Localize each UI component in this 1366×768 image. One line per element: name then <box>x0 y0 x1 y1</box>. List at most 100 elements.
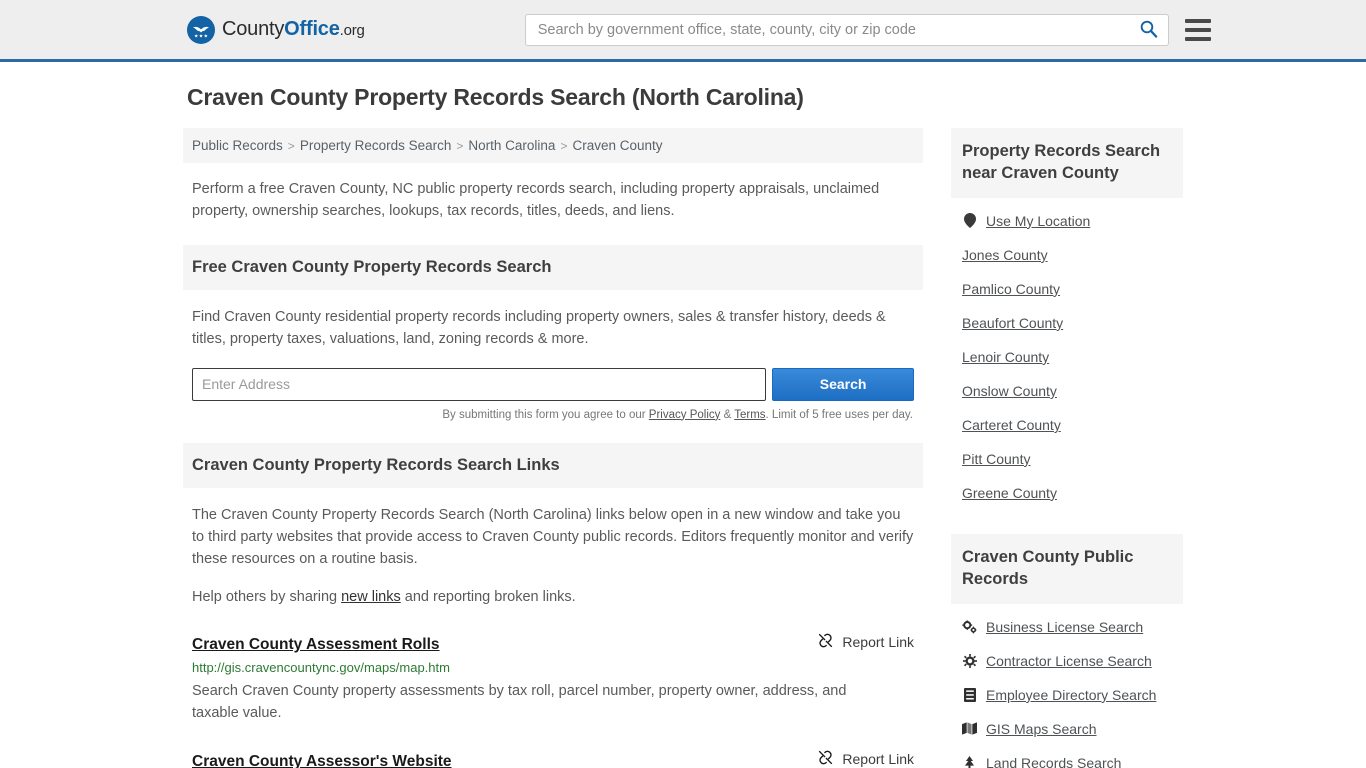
cogs-icon <box>962 620 977 634</box>
address-search-form: Search <box>192 367 914 401</box>
help-suffix: and reporting broken links. <box>400 588 576 605</box>
magnifier-icon <box>1139 19 1158 41</box>
nearby-item-label[interactable]: Onslow County <box>962 383 1057 399</box>
report-link-label: Report Link <box>842 633 914 650</box>
links-section-header: Craven County Property Records Search Li… <box>183 442 923 488</box>
eagle-shield-icon <box>187 15 215 44</box>
record-link-description: Search Craven County property assessment… <box>192 682 847 722</box>
public-record-item-employee-directory-search[interactable]: Employee Directory Search <box>962 678 1172 712</box>
address-input[interactable] <box>192 367 767 401</box>
record-link-url: http://gis.cravencountync.gov/maps/map.h… <box>192 659 450 675</box>
public-record-item-label[interactable]: Land Records Search <box>986 755 1121 768</box>
help-prefix: Help others by sharing <box>192 588 342 605</box>
record-links-list: Craven County Assessment Rolls Report Lin… <box>183 632 923 768</box>
id-card-icon <box>962 687 977 702</box>
record-link-entry: Craven County Assessment Rolls Report Lin… <box>183 632 923 725</box>
nearby-item-use-my-location[interactable]: Use My Location <box>962 204 1172 238</box>
links-section-heading: Craven County Property Records Search Li… <box>192 455 560 474</box>
nearby-item-onslow-county[interactable]: Onslow County <box>962 374 1172 408</box>
disclaimer-prefix: By submitting this form you agree to our <box>442 408 649 421</box>
header-inner: CountyOffice.org <box>183 0 1211 59</box>
nearby-item-label[interactable]: Carteret County <box>962 417 1061 433</box>
nearby-item-beaufort-county[interactable]: Beaufort County <box>962 306 1172 340</box>
breadcrumb-item-north-carolina[interactable]: North Carolina <box>468 138 555 153</box>
sidebar: Property Records Search near Craven Coun… <box>951 128 1183 768</box>
nearby-item-greene-county[interactable]: Greene County <box>962 476 1172 510</box>
nearby-item-label[interactable]: Lenoir County <box>962 349 1049 365</box>
public-record-item-land-records-search[interactable]: Land Records Search <box>962 746 1172 768</box>
map-icon <box>962 722 977 735</box>
report-link-button[interactable]: Report Link <box>817 749 914 768</box>
nearby-item-label[interactable]: Greene County <box>962 485 1057 501</box>
nearby-item-pitt-county[interactable]: Pitt County <box>962 442 1172 476</box>
nearby-item-label[interactable]: Pitt County <box>962 451 1030 467</box>
nearby-item-carteret-county[interactable]: Carteret County <box>962 408 1172 442</box>
nearby-item-pamlico-county[interactable]: Pamlico County <box>962 272 1172 306</box>
breadcrumb: Public Records > Property Records Search > N… <box>183 128 923 163</box>
public-record-item-label[interactable]: Business License Search <box>986 619 1143 635</box>
free-search-heading: Free Craven County Property Records Sear… <box>192 257 552 276</box>
record-link-entry: Craven County Assessor's Website Report L… <box>183 749 923 768</box>
breadcrumb-item-public-records[interactable]: Public Records <box>192 138 283 153</box>
report-link-label: Report Link <box>842 750 914 767</box>
unlink-icon <box>817 632 834 652</box>
page-intro-text: Perform a free Craven County, NC public … <box>192 181 880 219</box>
public-record-item-label[interactable]: Employee Directory Search <box>986 687 1156 703</box>
public-record-item-gis-maps-search[interactable]: GIS Maps Search <box>962 712 1172 746</box>
map-pin-icon <box>962 213 977 229</box>
global-search-box[interactable] <box>524 13 1169 46</box>
page-container: Craven County Property Records Search (N… <box>183 62 1183 768</box>
search-submit-button[interactable] <box>1137 19 1160 41</box>
disclaimer-suffix: . Limit of 5 free uses per day. <box>765 408 913 421</box>
nearby-counties-card: Property Records Search near Craven Coun… <box>951 128 1183 510</box>
site-header: CountyOffice.org <box>0 0 1366 62</box>
record-link-title[interactable]: Craven County Assessment Rolls <box>192 636 440 654</box>
nearby-counties-heading: Property Records Search near Craven Coun… <box>962 142 1161 182</box>
free-search-body: Find Craven County residential property … <box>183 306 923 421</box>
links-section-paragraph: The Craven County Property Records Searc… <box>192 506 914 567</box>
logo-text-org: .org <box>339 22 365 39</box>
main-column: Public Records > Property Records Search > N… <box>183 128 923 768</box>
report-link-button[interactable]: Report Link <box>817 632 914 652</box>
site-logo[interactable]: CountyOffice.org <box>187 15 365 44</box>
new-links-link[interactable]: new links <box>341 589 401 605</box>
logo-wordmark: CountyOffice.org <box>222 18 365 41</box>
nearby-item-label[interactable]: Pamlico County <box>962 281 1060 297</box>
nearby-counties-list: Use My Location Jones County Pamlico Count… <box>951 198 1183 510</box>
nearby-item-label[interactable]: Use My Location <box>986 213 1090 229</box>
cog-icon <box>962 653 977 668</box>
public-record-item-label[interactable]: Contractor License Search <box>986 653 1152 669</box>
hamburger-bar-2 <box>1184 27 1211 32</box>
search-input[interactable] <box>535 14 1137 45</box>
hamburger-menu-icon[interactable] <box>1184 18 1211 41</box>
header-search-zone <box>524 13 1211 46</box>
logo-text-office: Office <box>284 18 340 40</box>
nearby-item-label[interactable]: Beaufort County <box>962 315 1063 331</box>
public-record-item-business-license-search[interactable]: Business License Search <box>962 610 1172 644</box>
privacy-policy-link[interactable]: Privacy Policy <box>649 409 721 421</box>
free-search-description: Find Craven County residential property … <box>192 308 886 347</box>
public-records-heading: Craven County Public Records <box>962 547 1134 588</box>
address-search-button[interactable]: Search <box>772 367 914 401</box>
breadcrumb-item-property-records-search[interactable]: Property Records Search <box>300 138 452 153</box>
tree-icon <box>962 755 977 768</box>
public-records-card: Craven County Public Records Business Li… <box>951 533 1183 768</box>
logo-text-county: County <box>222 18 285 40</box>
page-title: Craven County Property Records Search (N… <box>187 84 804 110</box>
nearby-item-lenoir-county[interactable]: Lenoir County <box>962 340 1172 374</box>
public-record-item-contractor-license-search[interactable]: Contractor License Search <box>962 644 1172 678</box>
record-link-header: Craven County Assessment Rolls Report Lin… <box>192 632 914 654</box>
breadcrumb-item-craven-county: Craven County <box>572 138 663 153</box>
nearby-item-label[interactable]: Jones County <box>962 247 1048 263</box>
record-link-title[interactable]: Craven County Assessor's Website <box>192 753 452 768</box>
form-disclaimer: By submitting this form you agree to our… <box>192 409 914 421</box>
free-search-header: Free Craven County Property Records Sear… <box>183 244 923 290</box>
public-record-item-label[interactable]: GIS Maps Search <box>986 721 1097 737</box>
breadcrumb-separator: > <box>560 138 568 153</box>
terms-link[interactable]: Terms <box>734 409 765 421</box>
public-records-header: Craven County Public Records <box>951 533 1183 604</box>
links-section-body: The Craven County Property Records Searc… <box>183 504 923 608</box>
links-help-line: Help others by sharing new links and rep… <box>192 586 914 608</box>
nearby-item-jones-county[interactable]: Jones County <box>962 238 1172 272</box>
hamburger-bar-3 <box>1184 36 1211 41</box>
